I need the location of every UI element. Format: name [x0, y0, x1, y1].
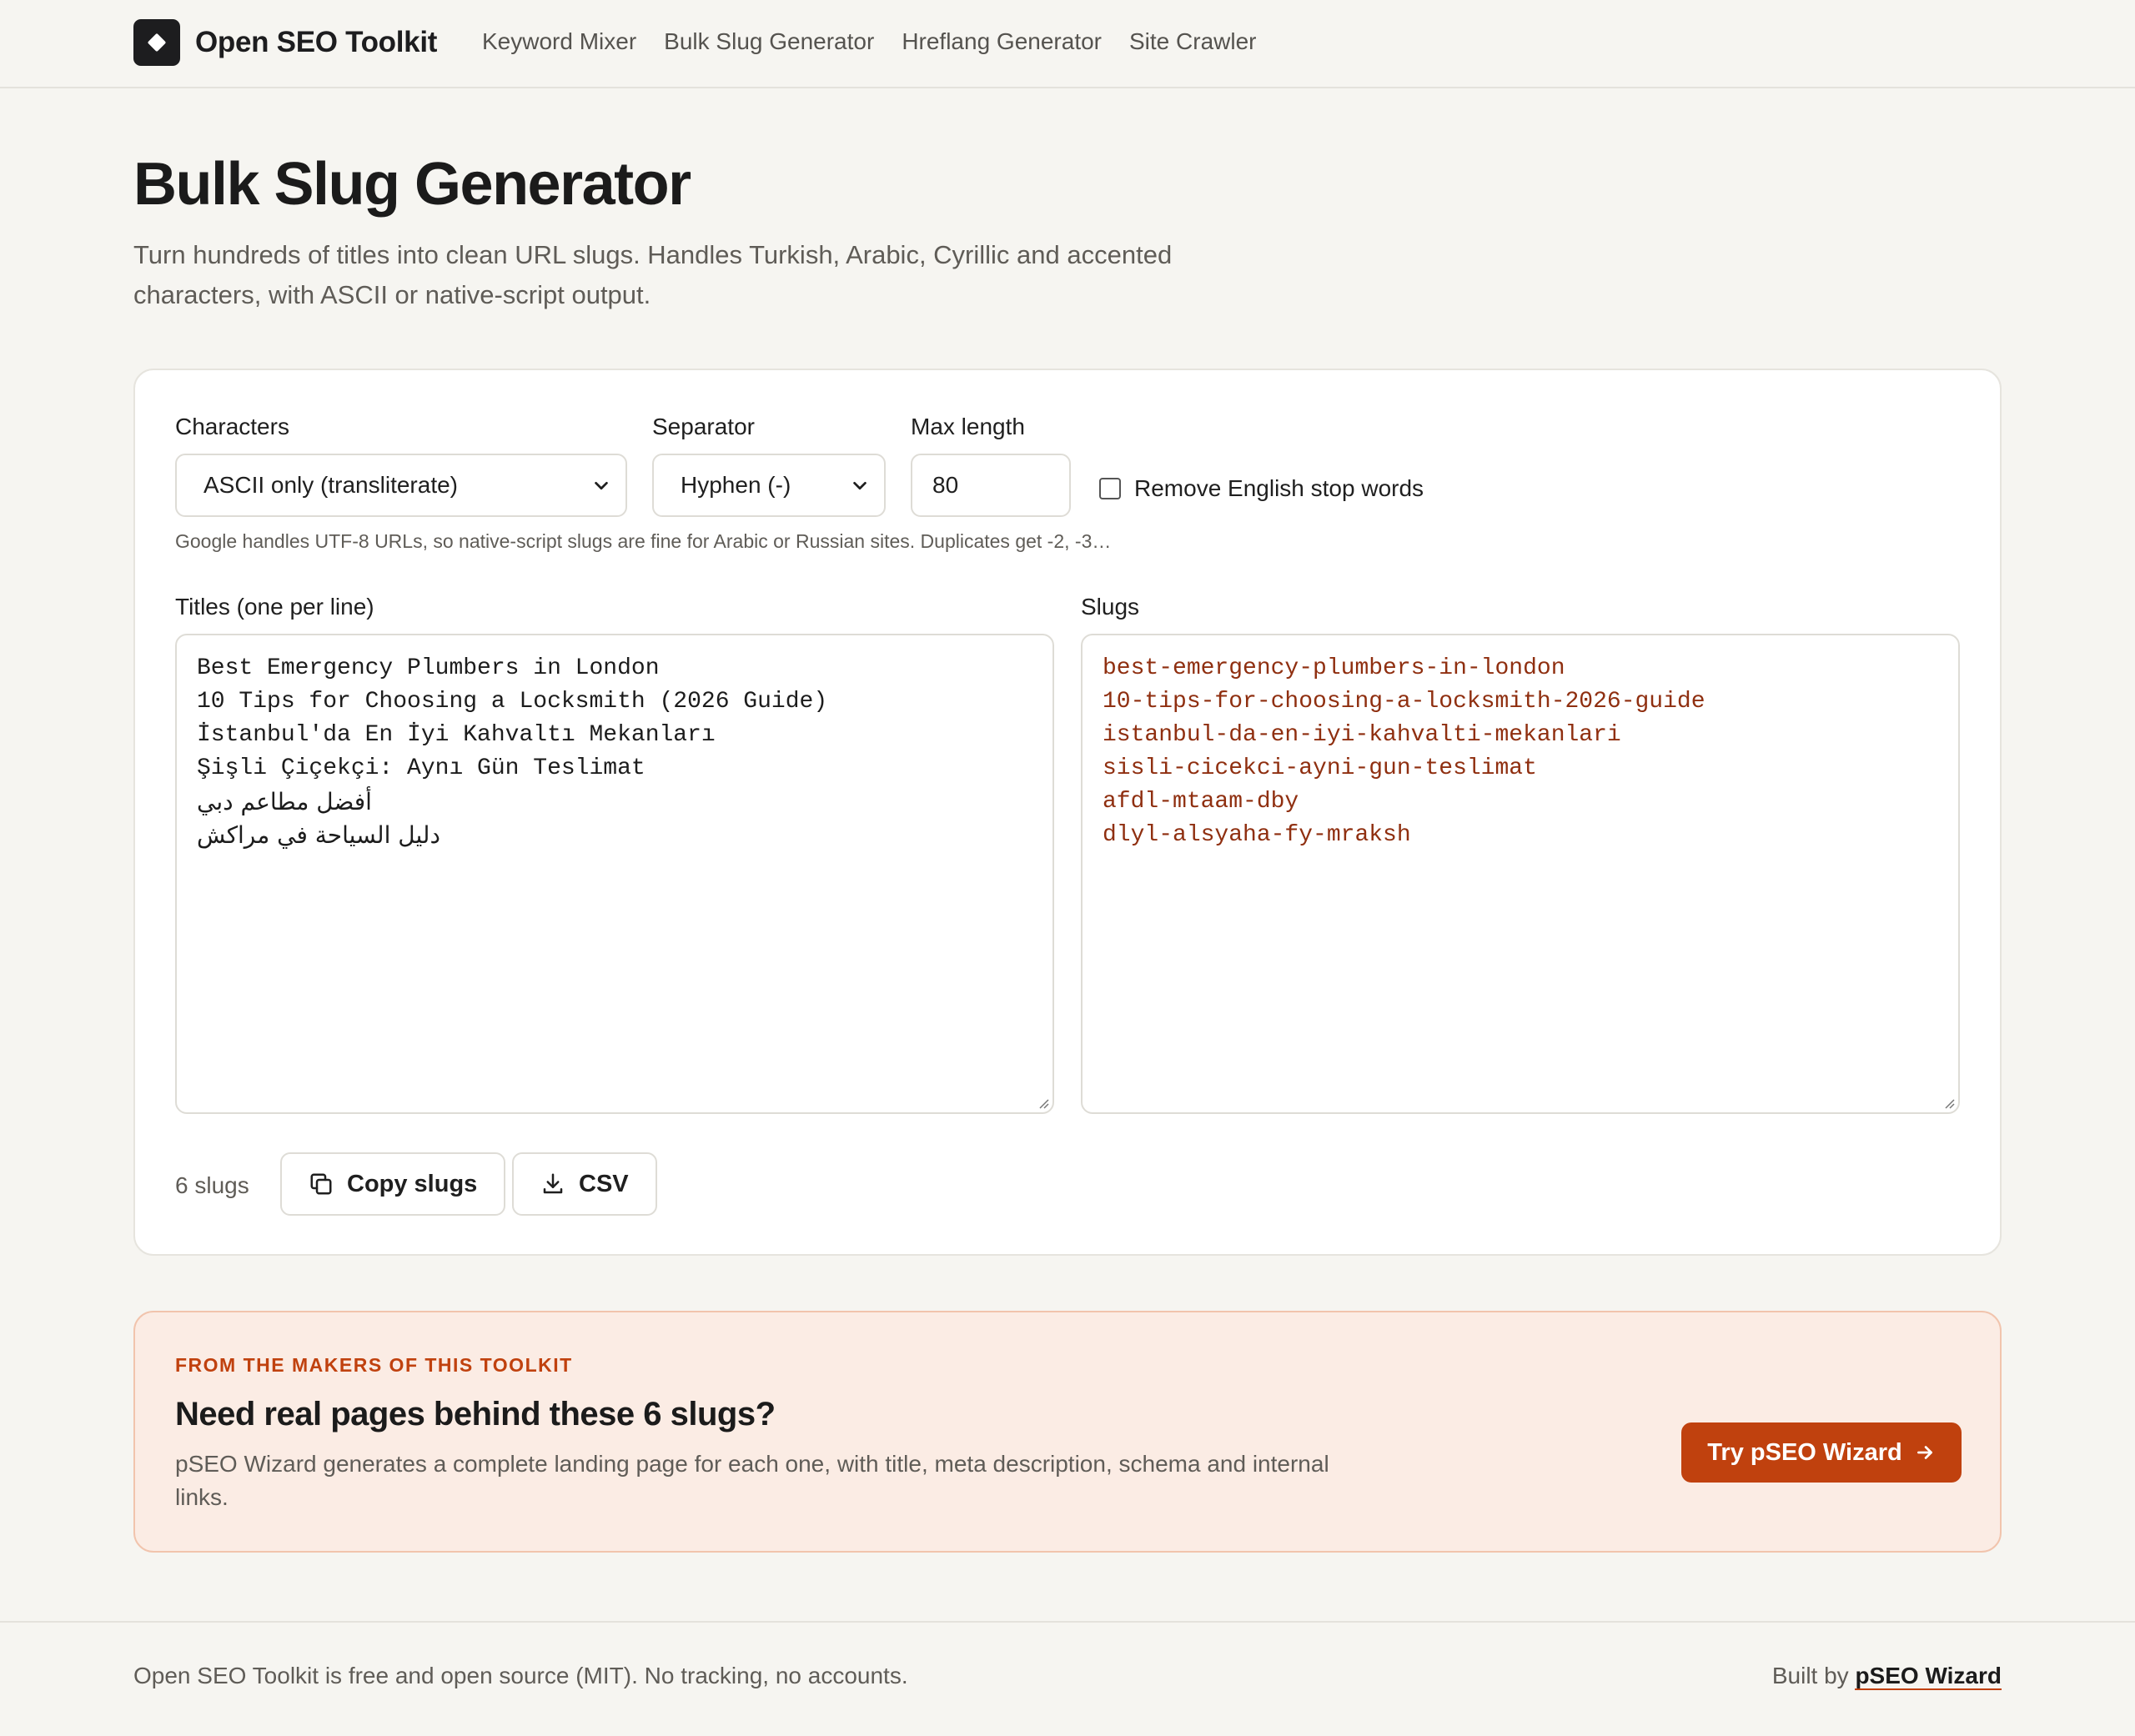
page-title: Bulk Slug Generator: [133, 151, 691, 218]
nav-link-site-crawler[interactable]: Site Crawler: [1129, 28, 1256, 55]
max-length-label: Max length: [911, 414, 1025, 439]
page-description: Turn hundreds of titles into clean URL s…: [133, 240, 1173, 309]
resize-handle-icon[interactable]: [1036, 1096, 1049, 1109]
titles-textarea[interactable]: Best Emergency Plumbers in London 10 Tip…: [175, 634, 1054, 1114]
promo-description: pSEO Wizard generates a complete landing…: [175, 1451, 1329, 1510]
title-line: Best Emergency Plumbers in London: [197, 655, 660, 681]
copy-slugs-button[interactable]: Copy slugs: [280, 1152, 506, 1216]
footer: Open SEO Toolkit is free and open source…: [0, 1621, 2135, 1736]
copy-icon: [310, 1173, 332, 1195]
csv-label: CSV: [579, 1170, 629, 1197]
title-line: دليل السياحة في مراكش: [197, 821, 440, 849]
slug-line: dlyl-alsyaha-fy-mraksh: [1103, 822, 1411, 848]
promo-banner: FROM THE MAKERS OF THIS TOOLKIT Need rea…: [133, 1311, 2002, 1553]
slug-line: afdl-mtaam-dby: [1103, 789, 1299, 815]
top-navbar: Open SEO Toolkit Keyword Mixer Bulk Slug…: [0, 0, 2135, 88]
brand-name: Open SEO Toolkit: [195, 26, 438, 58]
characters-label: Characters: [175, 414, 289, 439]
stopwords-toggle[interactable]: Remove English stop words: [1099, 475, 1424, 502]
stopwords-checkbox[interactable]: [1099, 478, 1121, 499]
title-line: 10 Tips for Choosing a Locksmith (2026 G…: [197, 689, 828, 715]
arrow-right-icon: [1916, 1446, 1932, 1459]
slugs-textarea[interactable]: best-emergency-plumbers-in-london 10-tip…: [1081, 634, 1960, 1114]
slugs-label: Slugs: [1081, 594, 1140, 620]
slug-generator-card: Characters ASCII only (transliterate) Se…: [133, 369, 2002, 1256]
diamond-logo-icon: [133, 19, 180, 66]
try-pseo-wizard-label: Try pSEO Wizard: [1707, 1438, 1902, 1466]
download-icon: [543, 1173, 563, 1194]
footer-credit-prefix: Built by: [1771, 1663, 1849, 1688]
main-nav: Keyword Mixer Bulk Slug Generator Hrefla…: [482, 28, 1284, 55]
resize-handle-icon[interactable]: [1942, 1096, 1955, 1109]
slug-line: istanbul-da-en-iyi-kahvalti-mekanlari: [1103, 722, 1621, 748]
csv-download-button[interactable]: CSV: [512, 1152, 657, 1216]
copy-slugs-label: Copy slugs: [347, 1170, 478, 1197]
pseo-wizard-link[interactable]: pSEO Wizard: [1855, 1663, 2002, 1690]
slug-line: sisli-cicekci-ayni-gun-teslimat: [1103, 755, 1537, 781]
separator-select[interactable]: Hyphen (-): [652, 454, 886, 517]
max-length-input[interactable]: 80: [911, 454, 1071, 517]
brand-link[interactable]: Open SEO Toolkit: [133, 19, 437, 66]
title-line: أفضل مطاعم دبي: [197, 788, 372, 815]
nav-link-keyword-mixer[interactable]: Keyword Mixer: [482, 28, 636, 55]
footer-credit: Built by pSEO Wizard: [1771, 1663, 2002, 1690]
title-line: Şişli Çiçekçi: Aynı Gün Teslimat: [197, 755, 646, 781]
chevron-down-icon: [853, 481, 867, 490]
stopwords-label: Remove English stop words: [1134, 475, 1424, 501]
promo-eyebrow: FROM THE MAKERS OF THIS TOOLKIT: [175, 1354, 573, 1376]
slug-line: 10-tips-for-choosing-a-locksmith-2026-gu…: [1103, 689, 1705, 715]
titles-label: Titles (one per line): [175, 594, 374, 620]
utf8-hint: Google handles UTF-8 URLs, so native-scr…: [175, 530, 1112, 552]
nav-link-hreflang-generator[interactable]: Hreflang Generator: [902, 28, 1102, 55]
separator-label: Separator: [652, 414, 755, 439]
nav-link-bulk-slug-generator[interactable]: Bulk Slug Generator: [664, 28, 874, 55]
footer-license-text: Open SEO Toolkit is free and open source…: [133, 1663, 908, 1688]
separator-select-value: Hyphen (-): [681, 472, 791, 498]
title-line: İstanbul'da En İyi Kahvaltı Mekanları: [197, 722, 716, 748]
promo-title: Need real pages behind these 6 slugs?: [175, 1396, 776, 1432]
try-pseo-wizard-button[interactable]: Try pSEO Wizard: [1681, 1422, 1962, 1483]
characters-select-value: ASCII only (transliterate): [203, 472, 458, 498]
characters-select[interactable]: ASCII only (transliterate): [175, 454, 627, 517]
slug-line: best-emergency-plumbers-in-london: [1103, 655, 1565, 681]
chevron-down-icon: [595, 481, 608, 490]
max-length-value: 80: [932, 472, 959, 498]
slug-count: 6 slugs: [175, 1172, 249, 1198]
